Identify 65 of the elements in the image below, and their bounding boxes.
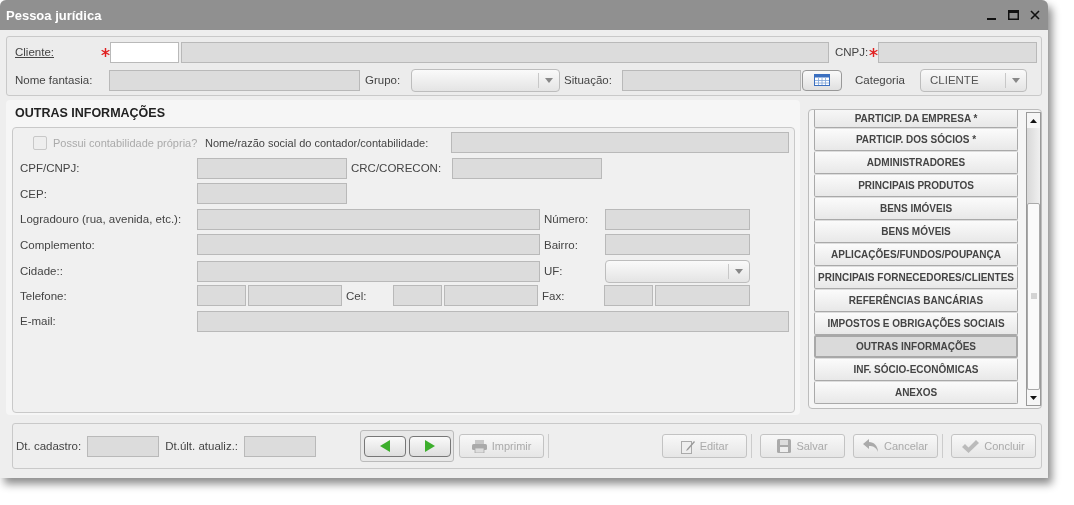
calendar-button[interactable]	[802, 69, 842, 91]
field-label: Número:	[543, 213, 590, 226]
scrollbar[interactable]	[1026, 112, 1041, 406]
caret-icon	[1012, 77, 1020, 83]
up-arrow-icon	[1030, 118, 1038, 123]
field-label: CRC/CORECON:	[350, 162, 443, 175]
group-dropdown[interactable]	[411, 68, 560, 92]
field-label: Situação:	[564, 74, 613, 86]
section-list-item[interactable]: PARTICIP. DA EMPRESA *	[814, 110, 1019, 128]
section-list-item[interactable]: ANEXOS	[814, 381, 1019, 404]
field-label: Nome fantasia:	[15, 74, 94, 86]
caret-icon	[735, 268, 743, 274]
section-list-item[interactable]: BENS MÓVEIS	[814, 220, 1019, 243]
field-label: Grupo:	[365, 74, 402, 86]
field-label: Cidade::	[20, 265, 64, 277]
field-label: Fax:	[541, 289, 566, 302]
scroll-up-button[interactable]	[1027, 113, 1040, 128]
section-list-item[interactable]: OUTRAS INFORMAÇÕES	[814, 335, 1019, 358]
section-list-item[interactable]: APLICAÇÕES/FUNDOS/POUPANÇA	[814, 243, 1019, 266]
next-button[interactable]	[408, 435, 451, 457]
left-arrow-icon	[379, 440, 390, 452]
pencil-icon	[680, 438, 695, 454]
section-list-item[interactable]: REFERÊNCIAS BANCÁRIAS	[814, 289, 1019, 312]
field-label: Categoria	[855, 74, 906, 86]
down-arrow-icon	[1030, 395, 1038, 400]
field-label: CEP:	[20, 187, 48, 200]
caret-icon	[545, 77, 553, 83]
window-title: Pessoa jurídica	[6, 7, 102, 23]
section-list-item[interactable]: ADMINISTRADORES	[814, 151, 1019, 174]
required-icon	[868, 47, 878, 57]
category-dropdown[interactable]: CLIENTE	[920, 68, 1027, 92]
field-label: Nome/razão social do contador/contabilidade:	[204, 136, 430, 149]
field-label: Dt.últ. atualiz.:	[165, 440, 239, 452]
close-icon[interactable]	[1030, 10, 1040, 20]
check-icon	[962, 439, 980, 453]
section-list-item[interactable]: IMPOSTOS E OBRIGAÇÕES SOCIAIS	[814, 312, 1019, 335]
field-label: CPF/CNPJ:	[20, 162, 81, 175]
field-label: Bairro:	[543, 238, 579, 251]
section-list-item[interactable]: BENS IMÓVEIS	[814, 197, 1019, 220]
calendar-icon	[814, 74, 830, 86]
scroll-thumb[interactable]	[1027, 203, 1040, 390]
previous-button[interactable]	[363, 435, 406, 457]
section-list-item[interactable]: INF. SÓCIO-ECONÔMICAS	[814, 358, 1019, 381]
field-label: Dt. cadastro:	[16, 440, 82, 452]
state-dropdown[interactable]	[605, 259, 750, 283]
field-label: Cel:	[345, 289, 368, 302]
printer-icon	[471, 439, 487, 453]
section-list-item[interactable]: PRINCIPAIS PRODUTOS	[814, 174, 1019, 197]
maximize-icon[interactable]	[1008, 10, 1019, 20]
section-list-item[interactable]: PRINCIPAIS FORNECEDORES/CLIENTES	[814, 266, 1019, 289]
required-icon	[100, 47, 110, 57]
undo-arrow-icon	[863, 439, 879, 453]
field-label: Telefone:	[20, 289, 68, 302]
client-code-field[interactable]	[110, 41, 179, 63]
field-label: E-mail:	[20, 315, 57, 328]
field-label: CNPJ:	[835, 46, 869, 58]
section-title: OUTRAS INFORMAÇÕES	[14, 104, 166, 122]
checkbox-label: Possui contabilidade própria?	[53, 136, 198, 149]
right-arrow-icon	[424, 440, 435, 452]
field-label: Cliente:	[15, 46, 55, 58]
field-label: Logradouro (rua, avenida, etc.):	[20, 213, 183, 226]
section-list-item[interactable]: PARTICIP. DOS SÓCIOS *	[814, 128, 1019, 151]
field-label: Complemento:	[20, 238, 96, 251]
field-label: UF:	[543, 265, 564, 277]
scroll-down-button[interactable]	[1027, 390, 1040, 405]
